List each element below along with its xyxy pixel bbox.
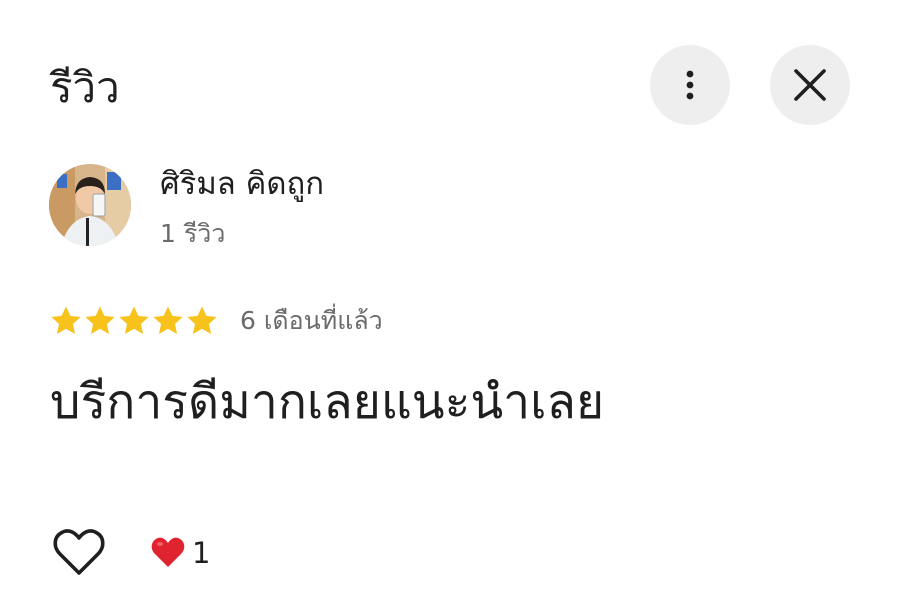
avatar-photo	[49, 164, 131, 246]
like-button[interactable]	[50, 526, 108, 580]
heart-outline-icon	[53, 529, 105, 575]
author-name[interactable]: ศิริมล คิดถูก	[160, 160, 324, 208]
close-button[interactable]	[770, 45, 850, 125]
star-icon	[51, 306, 81, 335]
red-heart-icon	[151, 537, 185, 567]
star-icon	[119, 306, 149, 335]
review-date: 6 เดือนที่แล้ว	[240, 306, 383, 335]
more-options-button[interactable]	[650, 45, 730, 125]
star-rating	[49, 301, 219, 341]
more-vert-icon	[686, 70, 694, 100]
review-dialog: รีวิว ศิริมล คิดถูก 1 รีวิว 6 เดือนที่แล…	[0, 0, 900, 612]
reaction-count: 1	[192, 536, 211, 570]
reaction-summary[interactable]: 1	[150, 530, 210, 576]
close-icon	[794, 69, 826, 101]
avatar[interactable]	[49, 164, 131, 246]
review-text: บรีการดีมากเลยแนะนำเลย	[50, 374, 605, 430]
star-icon	[153, 306, 183, 335]
star-icon	[85, 306, 115, 335]
star-icon	[187, 306, 217, 335]
dialog-title: รีวิว	[50, 63, 120, 112]
author-review-count: 1 รีวิว	[160, 219, 226, 248]
